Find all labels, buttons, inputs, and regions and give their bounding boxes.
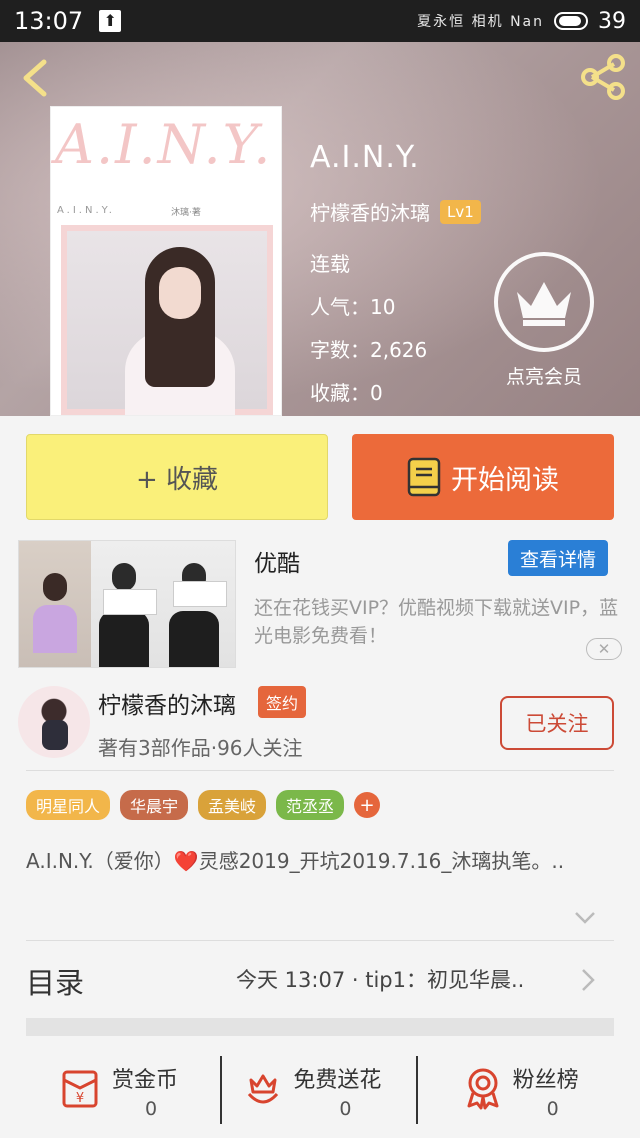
book-author[interactable]: 柠檬香的沐璃 [310,197,430,226]
ad-detail-button[interactable]: 查看详情 [508,540,608,576]
action-bar: + 收藏 开始阅读 [0,416,640,524]
share-icon[interactable] [578,52,628,102]
author-avatar[interactable] [18,686,90,758]
book-cover[interactable]: A.I.N.Y. A.I.N.Y. 沐璃·著 [50,106,282,416]
award-ribbon-icon [467,1068,499,1110]
send-flower-value: 0 [339,1098,352,1120]
crown-icon [494,252,594,352]
cover-author: 沐璃·著 [171,208,201,218]
tag-item[interactable]: 明星同人 [26,790,111,820]
signed-badge: 签约 [258,686,307,718]
reward-coins-button[interactable]: ¥ 赏金币 0 [0,1040,213,1138]
heart-icon: ❤️ [173,849,199,873]
ad-description: 还在花钱买VIP？优酷视频下载就送VIP，蓝光电影免费看！ [254,597,619,647]
send-flower-button[interactable]: 免费送花 0 [213,1040,426,1138]
tag-item[interactable]: 范丞丞 [276,790,345,820]
vip-label: 点亮会员 [505,366,582,388]
cover-title: A.I.N.Y. [55,113,273,176]
start-reading-label: 开始阅读 [451,464,559,496]
svg-text:¥: ¥ [76,1091,84,1106]
book-intro[interactable]: A.I.N.Y.（爱你）❤️灵感2019_开坑2019.7.16_沐璃执笔。.. [26,846,614,876]
latest-chapter: 今天 13:07 · tip1：初见华晨.. [236,968,525,992]
ad-banner[interactable]: 优酷 查看详情 还在花钱买VIP？优酷视频下载就送VIP，蓝光电影免费看！ ✕ [0,530,640,674]
book-word-count: 字数：2,626 [310,338,428,362]
follow-button[interactable]: 已关注 [500,696,614,750]
divider [26,770,614,771]
author-stats: 著有3部作品·96人关注 [98,736,303,760]
level-badge: Lv1 [440,199,481,224]
book-status: 连载 [310,252,350,276]
divider [26,940,614,941]
flower-icon [248,1074,279,1104]
author-card[interactable]: 柠檬香的沐璃 签约 著有3部作品·96人关注 已关注 [0,676,640,770]
toc-label: 目录 [26,966,85,1000]
status-bar: 13:07 ⬆ 夏永恒 相机 Nan 39 [0,0,640,42]
battery-toggle-icon [554,12,588,30]
author-name[interactable]: 柠檬香的沐璃 [98,686,236,720]
back-arrow-icon[interactable] [16,56,56,100]
bottom-bar: ¥ 赏金币 0 免费送花 0 粉丝榜 0 [0,1040,640,1138]
tag-item[interactable]: 孟美岐 [198,790,267,820]
ad-close-button[interactable]: ✕ [586,638,622,660]
ad-title: 优酷 [254,551,300,577]
book-favorites: 收藏：0 [310,381,383,405]
reward-coins-value: 0 [145,1098,158,1120]
separator [416,1056,418,1124]
chevron-right-icon [582,969,595,991]
book-author-row[interactable]: 柠檬香的沐璃 Lv1 [310,197,481,226]
status-right: 夏永恒 相机 Nan 39 [417,9,626,34]
favorite-button[interactable]: + 收藏 [26,434,328,520]
start-reading-button[interactable]: 开始阅读 [352,434,614,520]
red-envelope-icon: ¥ [62,1070,98,1108]
battery-level: 39 [598,8,626,34]
send-flower-label: 免费送花 [293,1068,382,1093]
section-separator [26,1018,614,1036]
intro-text-before: A.I.N.Y.（爱你） [26,849,174,873]
cover-photo [61,225,273,415]
ad-thumbnail[interactable] [18,540,236,668]
vip-button[interactable]: 点亮会员 [494,252,594,388]
book-title: A.I.N.Y. [310,140,420,175]
tag-item[interactable]: 华晨宇 [120,790,189,820]
book-icon [407,457,441,497]
add-tag-button[interactable]: + [354,792,381,818]
intro-text-after: 灵感2019_开坑2019.7.16_沐璃执笔。.. [198,849,565,873]
upload-icon: ⬆ [99,10,122,32]
expand-chevron-icon[interactable] [574,910,596,926]
book-popularity: 人气：10 [310,295,396,319]
reward-coins-label: 赏金币 [112,1068,179,1093]
fan-ranking-label: 粉丝榜 [512,1068,579,1093]
cover-subtitle: A.I.N.Y. [57,205,115,216]
fan-ranking-value: 0 [546,1098,559,1120]
tag-list: 明星同人 华晨宇 孟美岐 范丞丞 + [26,790,381,820]
status-time: 13:07 [14,7,84,35]
book-info: A.I.N.Y. 柠檬香的沐璃 Lv1 连载 人气：10 字数：2,626 收藏… [310,140,481,420]
fan-ranking-button[interactable]: 粉丝榜 0 [427,1040,640,1138]
status-decoration: 夏永恒 相机 Nan [417,14,544,30]
toc-row[interactable]: 目录 今天 13:07 · tip1：初见华晨.. [0,956,640,1006]
